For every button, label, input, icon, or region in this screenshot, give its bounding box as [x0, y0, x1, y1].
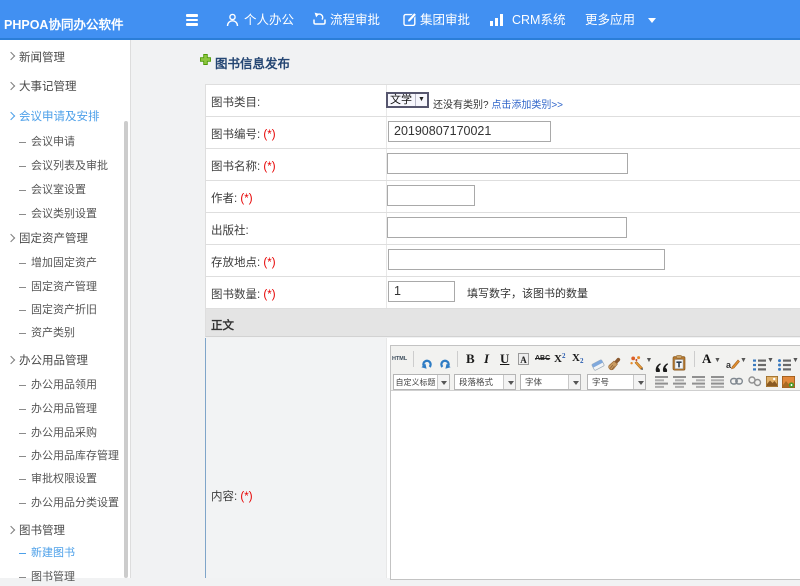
svg-text:a: a — [726, 360, 732, 370]
